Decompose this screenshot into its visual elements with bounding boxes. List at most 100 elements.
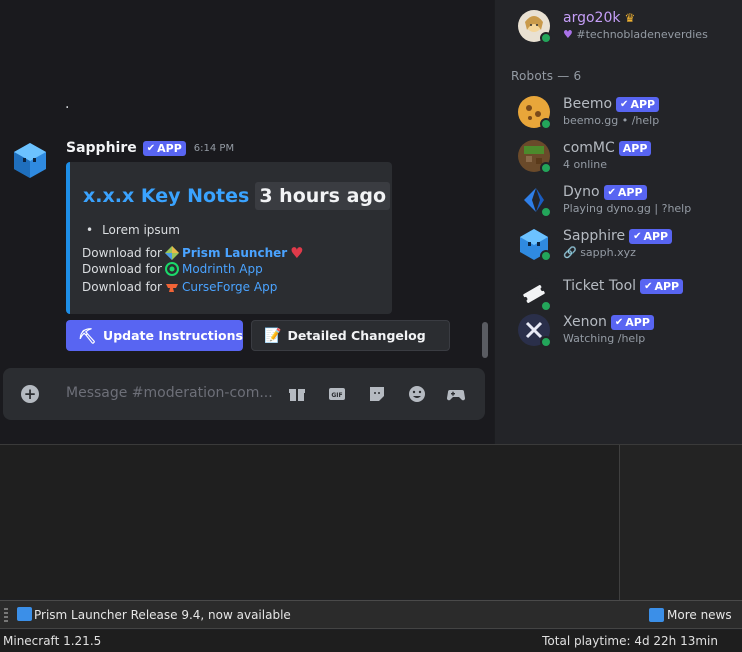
member-beemo[interactable]: Beemo ✔ APP beemo.gg • /help — [518, 96, 738, 136]
online-status-icon — [540, 336, 552, 348]
member-status-text: sapph.xyz — [580, 246, 636, 259]
check-icon: ✔ — [644, 280, 653, 292]
download-prefix: Download for — [82, 262, 162, 276]
check-icon: ✔ — [633, 230, 642, 242]
message-composer: + Message #moderation-com... GIF — [3, 368, 485, 420]
member-name: Dyno ✔ APP — [563, 184, 647, 200]
member-name: Sapphire ✔ APP — [563, 228, 673, 244]
online-status-icon — [540, 162, 552, 174]
app-badge-label: APP — [157, 141, 182, 155]
launcher-content-area — [0, 444, 742, 600]
more-news-button[interactable]: More news — [649, 604, 732, 626]
online-status-icon — [540, 300, 552, 312]
app-badge: ✔ APP — [629, 228, 673, 244]
download-prefix: Download for — [82, 280, 162, 294]
app-badge-label: APP — [625, 315, 650, 329]
message-author[interactable]: Sapphire — [66, 140, 137, 156]
news-icon — [649, 608, 664, 622]
member-name-text: Ticket Tool — [563, 278, 637, 294]
news-headline-button[interactable]: Prism Launcher Release 9.4, now availabl… — [34, 608, 291, 622]
more-news-label: More news — [667, 608, 732, 622]
download-line-prism: Download for Prism Launcher ♥ — [82, 244, 304, 262]
pickaxe-icon: ⛏ — [78, 326, 98, 345]
gift-icon[interactable] — [288, 385, 306, 403]
launcher-side-panel — [619, 445, 742, 600]
member-status: Playing dyno.gg | ?help — [563, 202, 692, 215]
app-badge: APP — [618, 140, 652, 156]
member-name-text: comMC — [563, 140, 615, 156]
check-icon: ✔ — [146, 142, 156, 154]
member-commc[interactable]: comMC APP 4 online — [518, 140, 738, 180]
member-name-text: argo20k — [563, 10, 621, 26]
download-line-curseforge: Download for CurseForge App — [82, 280, 277, 294]
app-badge: ✔ APP — [640, 278, 684, 294]
update-instructions-label: Update Instructions — [103, 328, 243, 343]
app-badge: ✔ APP — [616, 96, 660, 112]
update-instructions-button[interactable]: ⛏ Update Instructions — [66, 320, 243, 351]
online-status-icon — [540, 32, 552, 44]
check-icon: ✔ — [620, 98, 629, 110]
emoji-icon[interactable] — [408, 385, 426, 403]
memo-icon: 📝 — [264, 327, 282, 344]
gamepad-icon[interactable] — [447, 385, 465, 403]
embed-title-timestamp: 3 hours ago — [255, 182, 391, 210]
purple-heart-icon: ♥ — [563, 28, 573, 41]
link-icon: 🔗 — [563, 246, 577, 259]
app-badge-label: APP — [622, 141, 648, 155]
modrinth-app-link[interactable]: Modrinth App — [182, 262, 263, 276]
toolbar-grip-icon[interactable] — [4, 608, 8, 622]
chat-pane: . Sapphire ✔ APP 6:14 PM x.x.x Key Notes … — [0, 0, 494, 444]
app-badge: ✔ APP — [603, 184, 647, 200]
member-dyno[interactable]: Dyno ✔ APP Playing dyno.gg | ?help — [518, 184, 738, 224]
status-bar: Minecraft 1.21.5 Total playtime: 4d 22h … — [0, 630, 742, 652]
member-name: Beemo ✔ APP — [563, 96, 660, 112]
heart-icon: ♥ — [290, 244, 304, 262]
member-status: 4 online — [563, 158, 608, 171]
member-name: comMC APP — [563, 140, 652, 156]
gif-icon[interactable]: GIF — [328, 385, 346, 403]
member-sapphire[interactable]: Sapphire ✔ APP 🔗 sapph.xyz — [518, 228, 738, 268]
member-argo20k[interactable]: argo20k ♛ ♥ #technobladeneverdies — [518, 10, 738, 50]
message-input[interactable]: Message #moderation-com... — [66, 385, 273, 401]
member-name-text: Sapphire — [563, 228, 626, 244]
app-badge-label: APP — [630, 97, 656, 111]
member-ticket-tool[interactable]: Ticket Tool ✔ APP — [518, 278, 738, 318]
curseforge-icon — [165, 284, 178, 292]
check-icon: ✔ — [607, 186, 616, 198]
app-badge: ✔ APP — [142, 140, 186, 156]
prism-launcher-link[interactable]: Prism Launcher — [182, 246, 287, 260]
member-name-text: Dyno — [563, 184, 600, 200]
chat-scrollbar[interactable] — [482, 322, 488, 358]
member-name: Ticket Tool ✔ APP — [563, 278, 684, 294]
member-status-text: #technobladeneverdies — [576, 28, 708, 41]
sapphire-avatar-icon[interactable] — [11, 141, 49, 179]
member-status: Watching /help — [563, 332, 646, 345]
member-name: argo20k ♛ — [563, 10, 635, 26]
playtime-label: Total playtime: 4d 22h 13min — [542, 634, 718, 648]
online-status-icon — [540, 250, 552, 262]
news-toolbar: Prism Launcher Release 9.4, now availabl… — [0, 600, 742, 629]
member-name: Xenon ✔ APP — [563, 314, 654, 330]
app-badge-label: APP — [643, 229, 669, 243]
embed-title: x.x.x Key Notes 3 hours ago — [83, 182, 391, 210]
download-line-modrinth: Download for Modrinth App — [82, 262, 263, 276]
member-name-text: Xenon — [563, 314, 607, 330]
prism-launcher-icon — [164, 246, 179, 260]
online-status-icon — [540, 118, 552, 130]
embed-title-main[interactable]: x.x.x Key Notes — [83, 185, 249, 207]
robots-group-header: Robots — 6 — [511, 69, 582, 83]
curseforge-app-link[interactable]: CurseForge App — [182, 280, 277, 294]
online-status-icon — [540, 206, 552, 218]
embed-bullet: Lorem ipsum — [86, 223, 180, 237]
check-icon: ✔ — [614, 316, 624, 328]
crown-icon: ♛ — [624, 11, 636, 25]
app-badge-label: APP — [654, 279, 680, 293]
member-xenon[interactable]: Xenon ✔ APP Watching /help — [518, 314, 738, 354]
news-icon — [17, 607, 32, 621]
sticker-icon[interactable] — [368, 385, 386, 403]
instance-label: Minecraft 1.21.5 — [3, 634, 102, 648]
detailed-changelog-button[interactable]: 📝 Detailed Changelog — [251, 320, 450, 351]
app-badge: ✔ APP — [610, 314, 654, 330]
download-prefix: Download for — [82, 246, 162, 260]
add-attachment-icon[interactable]: + — [21, 385, 39, 403]
